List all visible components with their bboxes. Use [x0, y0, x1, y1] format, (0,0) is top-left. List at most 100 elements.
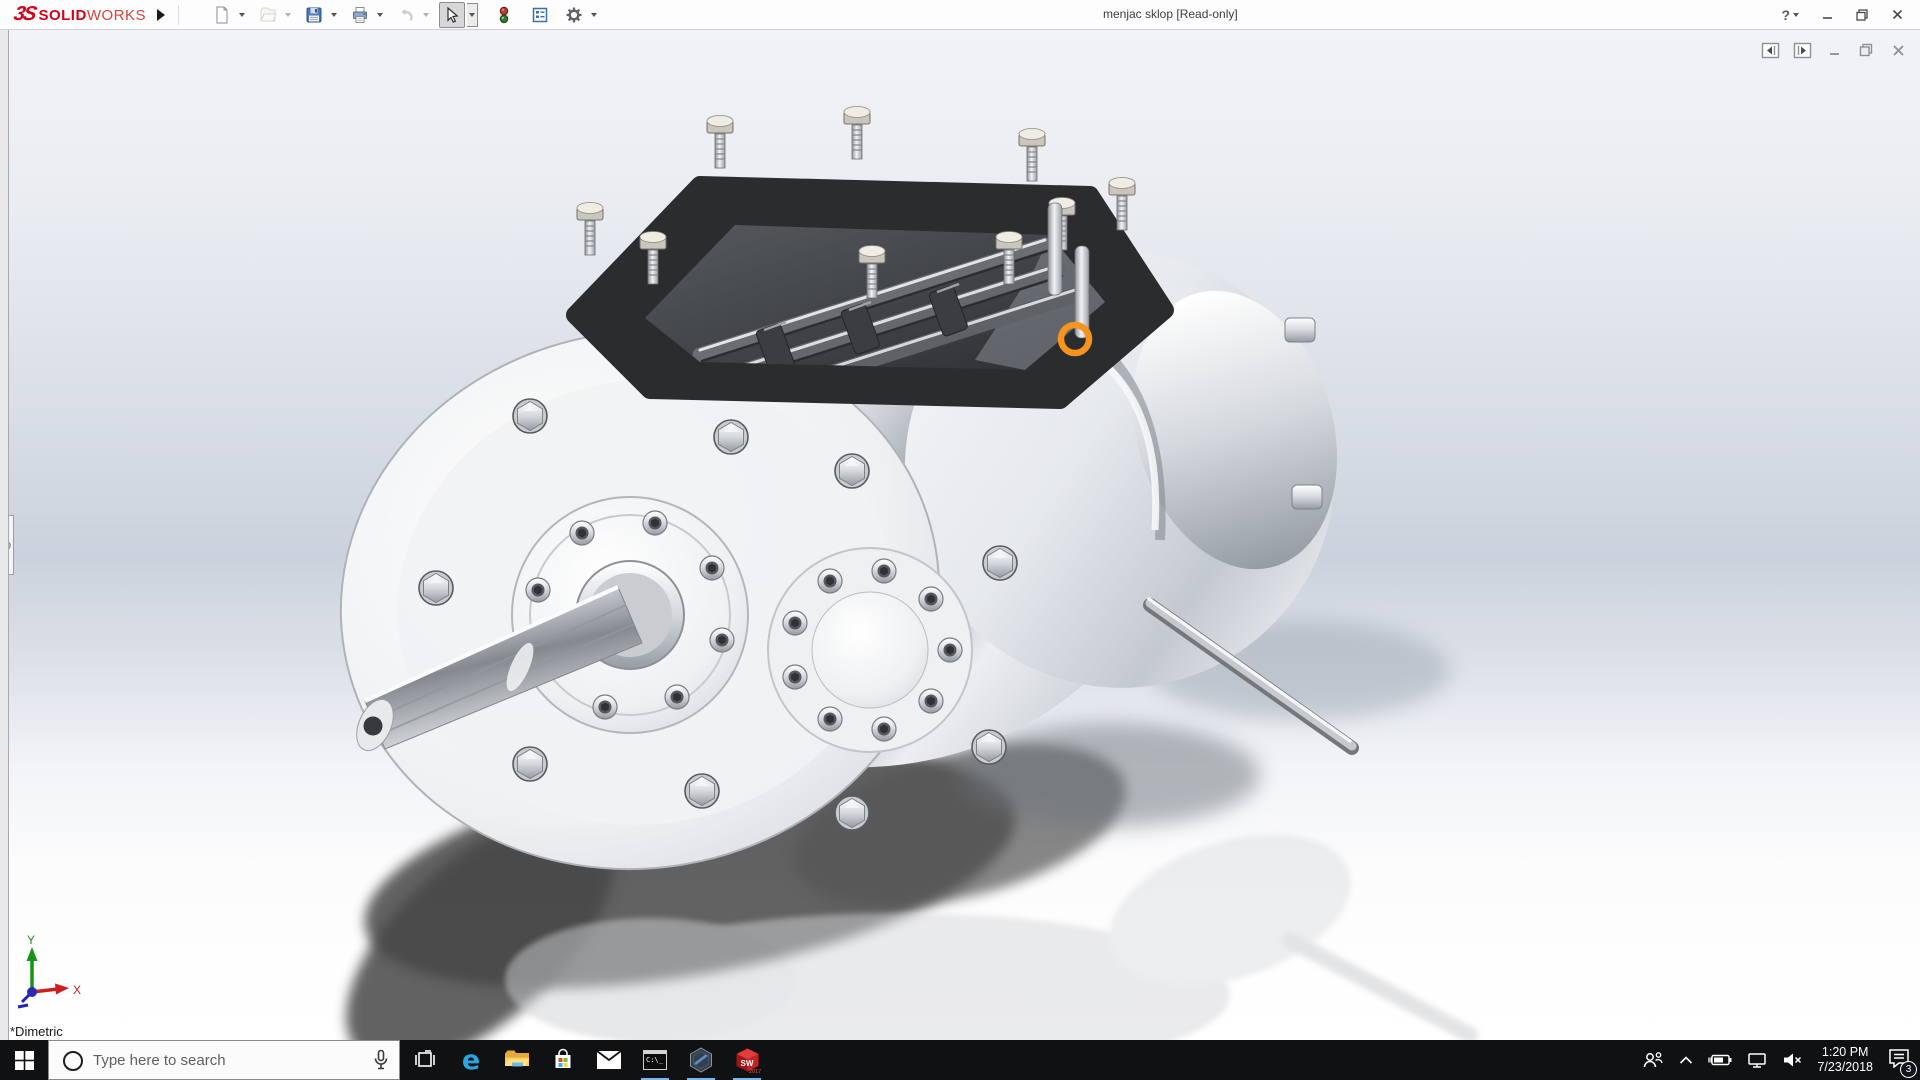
side-cover-ring[interactable] — [767, 547, 973, 753]
save-floppy-icon — [306, 7, 322, 22]
brand-solid: SOLID — [38, 7, 87, 24]
options-button[interactable] — [561, 2, 587, 28]
doc-restore-icon — [1859, 43, 1873, 57]
hexagon-app-button[interactable] — [678, 1040, 724, 1080]
toolbar-separator — [177, 4, 179, 25]
bell-lug-top — [1284, 317, 1316, 343]
edge-button[interactable]: e — [448, 1040, 494, 1080]
open-button[interactable] — [255, 2, 281, 28]
mail-button[interactable] — [586, 1040, 632, 1080]
svg-text:2017: 2017 — [749, 1069, 761, 1074]
doc-minimize-button[interactable] — [1824, 41, 1844, 59]
restore-button[interactable] — [1849, 3, 1875, 27]
people-icon[interactable] — [1642, 1051, 1664, 1069]
close-icon — [1892, 9, 1902, 20]
taskbar-search — [48, 1040, 400, 1080]
hidden-icons-chevron[interactable] — [1679, 1055, 1693, 1065]
select-dropdown-caret[interactable] — [466, 2, 478, 27]
rebuild-traffic-light-button[interactable] — [491, 2, 517, 28]
solidworks-window: 3S SOLID WORKS menjac sklop [Read-only] … — [0, 0, 1920, 1080]
new-document-button[interactable] — [209, 2, 235, 28]
pane-right-icon — [1793, 42, 1811, 58]
hexagon-app-icon — [690, 1047, 712, 1073]
close-button[interactable] — [1884, 3, 1910, 27]
help-caret-icon — [1793, 12, 1799, 17]
bell-lug-bottom — [1291, 484, 1323, 510]
view-orientation-label: *Dimetric — [10, 1024, 63, 1039]
command-prompt-icon: C:\_ — [643, 1050, 667, 1070]
gear-icon — [566, 7, 582, 22]
traffic-light-icon — [499, 6, 509, 23]
start-button[interactable] — [0, 1040, 48, 1080]
display-pane-button[interactable] — [527, 2, 553, 28]
open-dropdown-caret[interactable] — [283, 3, 294, 27]
document-title: menjac sklop [Read-only] — [1103, 7, 1238, 21]
graphics-viewport[interactable]: Y X *Dimetric — [0, 30, 1920, 1040]
axis-y-label: Y — [27, 935, 35, 947]
solidworks-logo: 3S SOLID WORKS — [0, 3, 152, 26]
file-explorer-button[interactable] — [494, 1040, 540, 1080]
document-window-controls — [1760, 41, 1908, 59]
select-cursor-icon — [447, 6, 459, 23]
pane-right-button[interactable] — [1792, 41, 1812, 59]
mail-icon — [596, 1050, 622, 1069]
store-icon — [555, 1048, 571, 1068]
minimize-icon — [1822, 17, 1832, 19]
doc-close-icon — [1892, 44, 1904, 56]
print-dropdown-caret[interactable] — [375, 3, 386, 27]
network-icon[interactable] — [1747, 1052, 1767, 1068]
undo-button[interactable] — [393, 2, 419, 28]
brand-works: WORKS — [86, 7, 146, 24]
options-dropdown-caret[interactable] — [589, 3, 600, 27]
standard-toolbar — [209, 1, 605, 28]
system-tray: 1:20 PM 7/23/2018 3 — [1642, 1040, 1920, 1080]
notification-badge: 3 — [1900, 1060, 1917, 1078]
edge-icon: e — [461, 1044, 481, 1076]
doc-minimize-icon — [1829, 52, 1839, 55]
battery-icon[interactable] — [1708, 1053, 1732, 1067]
pane-left-button[interactable] — [1760, 41, 1780, 59]
taskbar-clock[interactable]: 1:20 PM 7/23/2018 — [1817, 1045, 1873, 1075]
viewport-left-edge — [0, 30, 9, 1040]
search-input[interactable] — [49, 1040, 399, 1080]
cortana-icon — [63, 1051, 83, 1071]
brand-3s-mark: 3S — [11, 3, 37, 25]
undo-dropdown-caret[interactable] — [421, 3, 432, 27]
clock-time: 1:20 PM — [1821, 1045, 1869, 1059]
new-dropdown-caret[interactable] — [237, 3, 248, 27]
svg-text:SW: SW — [740, 1059, 753, 1068]
microphone-icon[interactable] — [373, 1049, 389, 1076]
axis-x-label: X — [73, 983, 81, 997]
store-button[interactable] — [540, 1040, 586, 1080]
title-bar: 3S SOLID WORKS menjac sklop [Read-only] … — [0, 0, 1920, 30]
task-view-button[interactable] — [402, 1040, 448, 1080]
select-tool-button[interactable] — [438, 1, 465, 28]
pane-left-icon — [1761, 42, 1779, 58]
undo-icon — [401, 8, 413, 21]
toolbar-flyout-button[interactable] — [152, 4, 170, 26]
print-button[interactable] — [347, 2, 373, 28]
action-center-button[interactable]: 3 — [1888, 1048, 1917, 1078]
print-icon — [352, 6, 367, 23]
doc-close-button[interactable] — [1888, 41, 1908, 59]
help-button[interactable]: ? — [1781, 7, 1799, 23]
doc-restore-button[interactable] — [1856, 41, 1876, 59]
solidworks-2017-button[interactable]: SW 2017 — [724, 1040, 770, 1080]
command-prompt-button[interactable]: C:\_ — [632, 1040, 678, 1080]
new-document-icon — [216, 6, 228, 23]
volume-muted-icon[interactable] — [1782, 1052, 1802, 1068]
feature-list-icon — [532, 7, 548, 22]
taskbar-app-icons: e C:\_ SW 2017 — [402, 1040, 770, 1080]
task-view-icon — [415, 1050, 435, 1067]
solidworks-2017-icon: SW 2017 — [736, 1048, 761, 1074]
save-dropdown-caret[interactable] — [329, 3, 340, 27]
clock-date: 7/23/2018 — [1817, 1060, 1873, 1074]
save-button[interactable] — [301, 2, 327, 28]
gearbox-3d-model[interactable] — [0, 30, 1920, 1040]
flyout-arrow-icon — [156, 8, 165, 21]
minimize-button[interactable] — [1814, 3, 1840, 27]
orientation-triad: Y X — [17, 935, 81, 1009]
file-explorer-icon — [505, 1050, 529, 1067]
help-icon: ? — [1781, 6, 1790, 23]
windows-taskbar: e C:\_ — [0, 1040, 1920, 1080]
